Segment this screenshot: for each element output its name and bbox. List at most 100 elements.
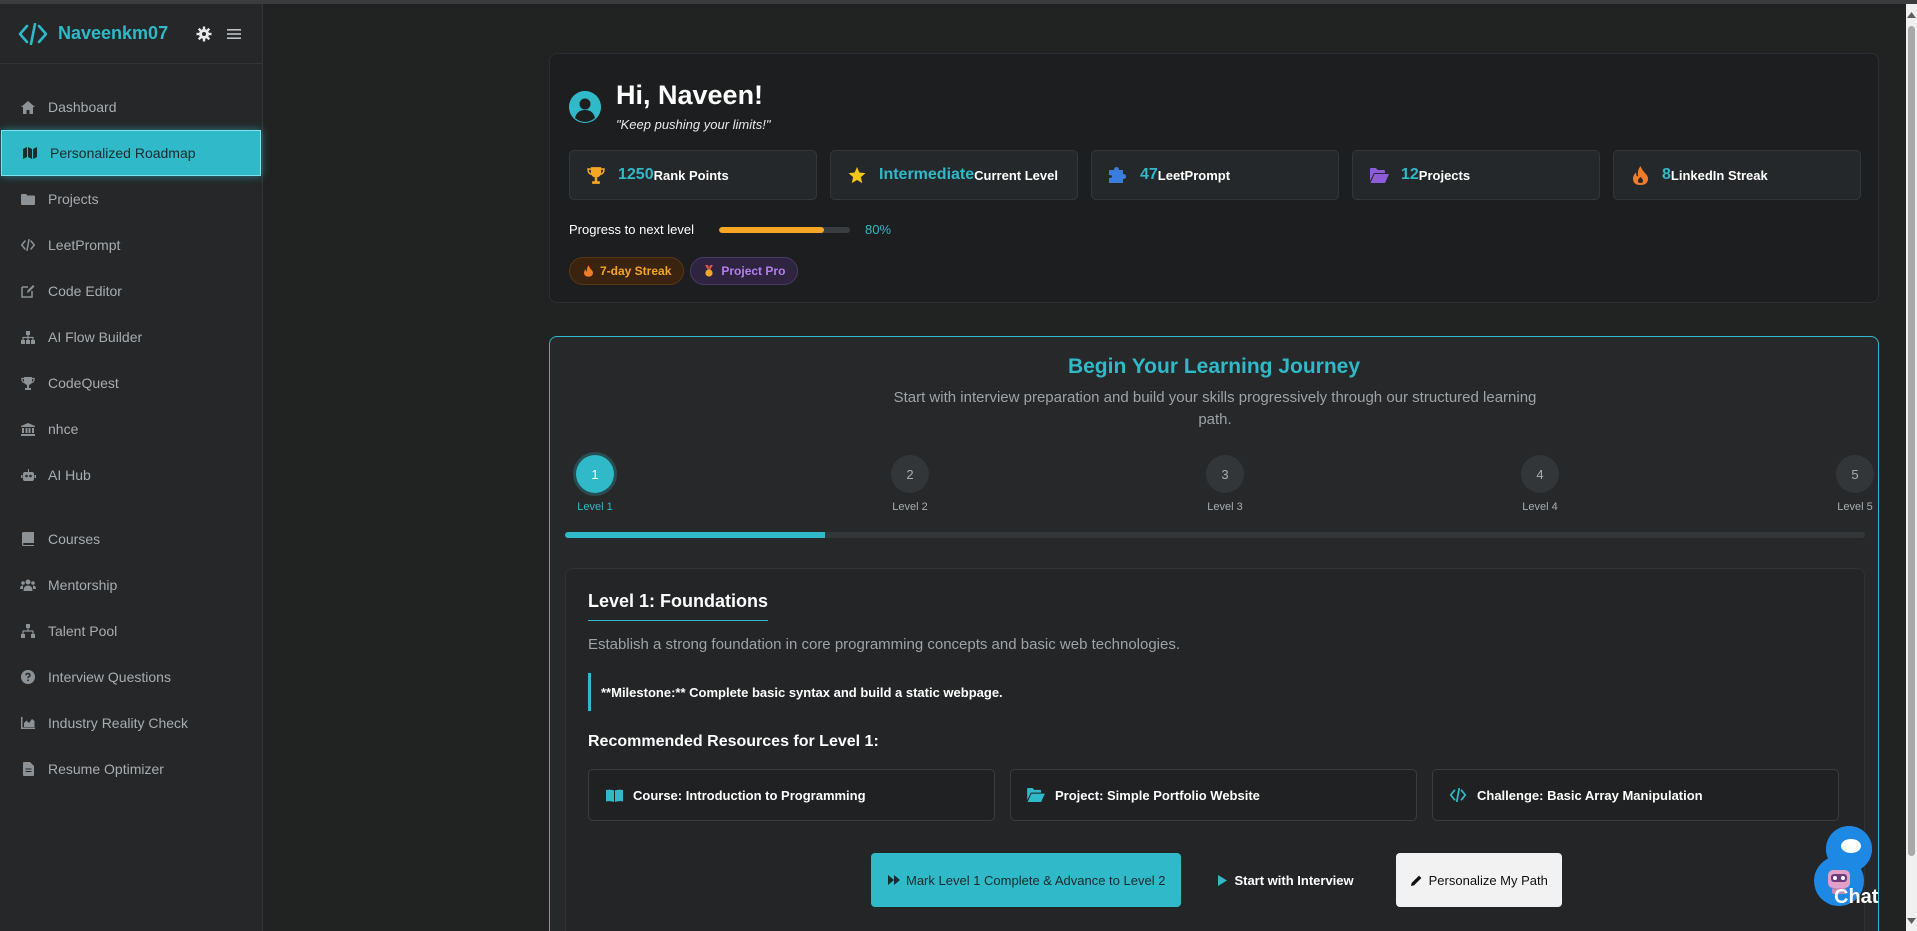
sidebar-item-ai-flow-builder[interactable]: AI Flow Builder bbox=[0, 314, 262, 360]
personalize-path-button[interactable]: Personalize My Path bbox=[1395, 853, 1562, 907]
scroll-down-arrow-icon[interactable] bbox=[1907, 916, 1916, 926]
step-level-4[interactable]: 4 Level 4 bbox=[1510, 455, 1570, 513]
sidebar-item-codequest[interactable]: CodeQuest bbox=[0, 360, 262, 406]
level-progress: Progress to next level 80% bbox=[569, 222, 891, 237]
sidebar-item-label: Industry Reality Check bbox=[48, 715, 189, 731]
scroll-up-arrow-icon[interactable] bbox=[1907, 10, 1916, 20]
stat-value: 1250 bbox=[618, 166, 654, 183]
code-brackets-icon[interactable] bbox=[18, 22, 50, 46]
start-interview-button[interactable]: Start with Interview bbox=[1215, 873, 1354, 888]
sidebar-item-industry-reality-check[interactable]: Industry Reality Check bbox=[0, 700, 262, 746]
step-level-1[interactable]: 1 Level 1 bbox=[565, 455, 625, 513]
step-number: 4 bbox=[1521, 455, 1559, 493]
journey-title: Begin Your Learning Journey bbox=[1067, 355, 1361, 378]
code-icon bbox=[1449, 787, 1467, 803]
badge-label: 7-day Streak bbox=[600, 264, 672, 278]
resource-label: Project: Simple Portfolio Website bbox=[1055, 787, 1260, 803]
sidebar-item-ai-hub[interactable]: AI Hub bbox=[0, 452, 262, 498]
hamburger-menu-icon[interactable] bbox=[224, 24, 244, 44]
sidebar-item-leetprompt[interactable]: LeetPrompt bbox=[0, 222, 262, 268]
level-actions: Mark Level 1 Complete & Advance to Level… bbox=[871, 853, 1562, 907]
sidebar-item-personalized-roadmap[interactable]: Personalized Roadmap bbox=[1, 130, 261, 176]
sitemap-icon bbox=[20, 329, 36, 345]
sidebar-item-label: Code Editor bbox=[48, 283, 122, 299]
map-icon bbox=[22, 145, 38, 161]
sidebar-item-code-editor[interactable]: Code Editor bbox=[0, 268, 262, 314]
progress-percent: 80% bbox=[865, 222, 892, 237]
step-number: 1 bbox=[576, 455, 614, 493]
sidebar-item-dashboard[interactable]: Dashboard bbox=[0, 84, 262, 130]
resource-challenge[interactable]: Challenge: Basic Array Manipulation bbox=[1432, 769, 1839, 821]
progress-label: Progress to next level bbox=[569, 222, 695, 237]
sidebar: Naveenkm07 Dashboard Personalized Roadma… bbox=[0, 4, 263, 931]
fast-forward-icon bbox=[887, 873, 901, 887]
network-icon bbox=[20, 623, 36, 639]
stepper-progress-fill bbox=[565, 532, 825, 538]
sidebar-item-courses[interactable]: Courses bbox=[0, 516, 262, 562]
step-number: 2 bbox=[891, 455, 929, 493]
play-icon bbox=[1215, 873, 1229, 887]
level-stepper: 1 Level 1 2 Level 2 3 Level 3 4 Level 4 … bbox=[565, 455, 1874, 515]
book-icon bbox=[20, 531, 36, 547]
stat-value: Intermediate bbox=[879, 166, 975, 183]
step-label: Level 3 bbox=[1207, 501, 1243, 513]
stat-rank-points: 1250 Rank Points bbox=[569, 150, 817, 200]
code-icon bbox=[20, 237, 36, 253]
sidebar-item-nhce[interactable]: nhce bbox=[0, 406, 262, 452]
sidebar-item-label: nhce bbox=[48, 421, 79, 437]
trophy-icon bbox=[20, 375, 36, 391]
progress-bar-fill bbox=[719, 226, 824, 233]
scrollbar-thumb[interactable] bbox=[1908, 26, 1915, 856]
sidebar-item-label: Courses bbox=[48, 531, 101, 547]
folder-open-icon bbox=[1027, 787, 1045, 803]
sidebar-item-label: Projects bbox=[48, 191, 99, 207]
step-label: Level 4 bbox=[1522, 501, 1558, 513]
step-level-2[interactable]: 2 Level 2 bbox=[880, 455, 940, 513]
sidebar-item-mentorship[interactable]: Mentorship bbox=[0, 562, 262, 608]
user-avatar-icon[interactable] bbox=[569, 91, 601, 123]
sidebar-item-projects[interactable]: Projects bbox=[0, 176, 262, 222]
profile-card: Hi, Naveen! "Keep pushing your limits!" … bbox=[549, 53, 1879, 303]
sidebar-item-label: AI Flow Builder bbox=[48, 329, 143, 345]
step-number: 3 bbox=[1206, 455, 1244, 493]
stat-label: Current Level bbox=[974, 167, 1058, 183]
mark-complete-button[interactable]: Mark Level 1 Complete & Advance to Level… bbox=[871, 853, 1182, 907]
sidebar-nav: Dashboard Personalized Roadmap Projects … bbox=[0, 64, 262, 792]
page-scrollbar[interactable] bbox=[1906, 4, 1917, 931]
stat-value: 8 bbox=[1662, 166, 1671, 183]
milestone-callout: **Milestone:** Complete basic syntax and… bbox=[588, 673, 1843, 711]
greeting-title: Hi, Naveen! bbox=[616, 80, 764, 110]
fire-icon bbox=[582, 265, 594, 277]
stat-label: LeetPrompt bbox=[1157, 167, 1231, 183]
level-title: Level 1: Foundations bbox=[588, 591, 769, 621]
level-description: Establish a strong foundation in core pr… bbox=[588, 636, 1181, 653]
sidebar-item-interview-questions[interactable]: Interview Questions bbox=[0, 654, 262, 700]
stat-value: 12 bbox=[1401, 166, 1419, 183]
chat-label[interactable]: Chat bbox=[1834, 886, 1878, 909]
resource-project[interactable]: Project: Simple Portfolio Website bbox=[1010, 769, 1417, 821]
gear-icon[interactable] bbox=[194, 24, 214, 44]
sidebar-item-label: Mentorship bbox=[48, 577, 118, 593]
sidebar-item-label: Interview Questions bbox=[48, 669, 171, 685]
main-content: Hi, Naveen! "Keep pushing your limits!" … bbox=[263, 4, 1906, 931]
badge-streak: 7-day Streak bbox=[569, 257, 685, 285]
sidebar-item-talent-pool[interactable]: Talent Pool bbox=[0, 608, 262, 654]
stepper-progress-bar bbox=[565, 532, 1865, 538]
stat-linkedin-streak: 8 LinkedIn Streak bbox=[1613, 150, 1861, 200]
resource-course[interactable]: Course: Introduction to Programming bbox=[588, 769, 995, 821]
sidebar-item-label: Talent Pool bbox=[48, 623, 118, 639]
step-level-5[interactable]: 5 Level 5 bbox=[1825, 455, 1885, 513]
pencil-icon bbox=[1410, 873, 1424, 887]
badges-row: 7-day Streak Project Pro bbox=[569, 257, 799, 285]
home-icon bbox=[20, 99, 36, 115]
resources-list: Course: Introduction to Programming Proj… bbox=[588, 769, 1839, 821]
medal-icon bbox=[703, 265, 715, 277]
resource-label: Course: Introduction to Programming bbox=[633, 787, 866, 803]
sidebar-item-resume-optimizer[interactable]: Resume Optimizer bbox=[0, 746, 262, 792]
chat-widget[interactable]: Chat bbox=[1814, 826, 1878, 908]
stats-row: 1250 Rank Points Intermediate Current Leve… bbox=[569, 150, 1861, 200]
brand-name[interactable]: Naveenkm07 bbox=[58, 23, 186, 44]
sidebar-item-label: Resume Optimizer bbox=[48, 761, 164, 777]
stat-value: 47 bbox=[1140, 166, 1158, 183]
step-level-3[interactable]: 3 Level 3 bbox=[1195, 455, 1255, 513]
